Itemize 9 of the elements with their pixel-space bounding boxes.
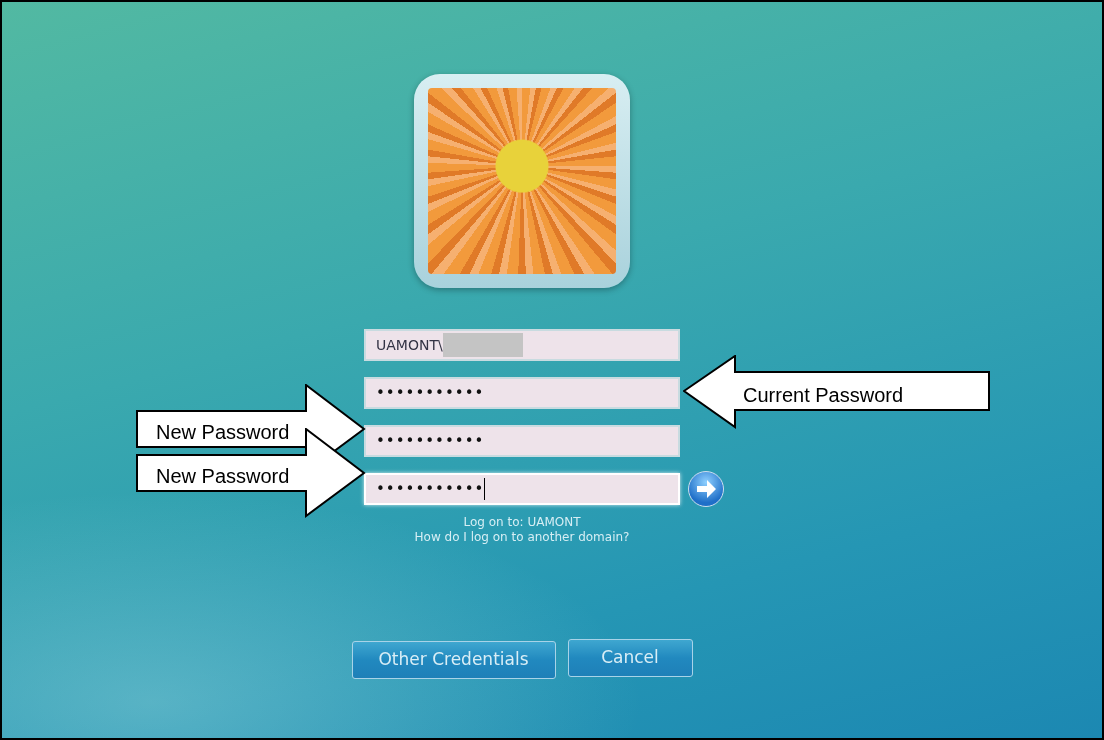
password-field[interactable]: •••••••••••: [364, 425, 680, 457]
submit-arrow-button[interactable]: [688, 471, 724, 507]
username-field[interactable]: UAMONT\: [364, 329, 680, 361]
callout-label: New Password: [156, 464, 290, 489]
logon-domain-text: Log on to: UAMONT: [463, 515, 581, 530]
password-field[interactable]: •••••••••••: [364, 473, 680, 505]
callout-label: New Password: [156, 420, 290, 445]
password-field[interactable]: •••••••••••: [364, 377, 680, 409]
callout-label: Current Password: [743, 383, 904, 408]
